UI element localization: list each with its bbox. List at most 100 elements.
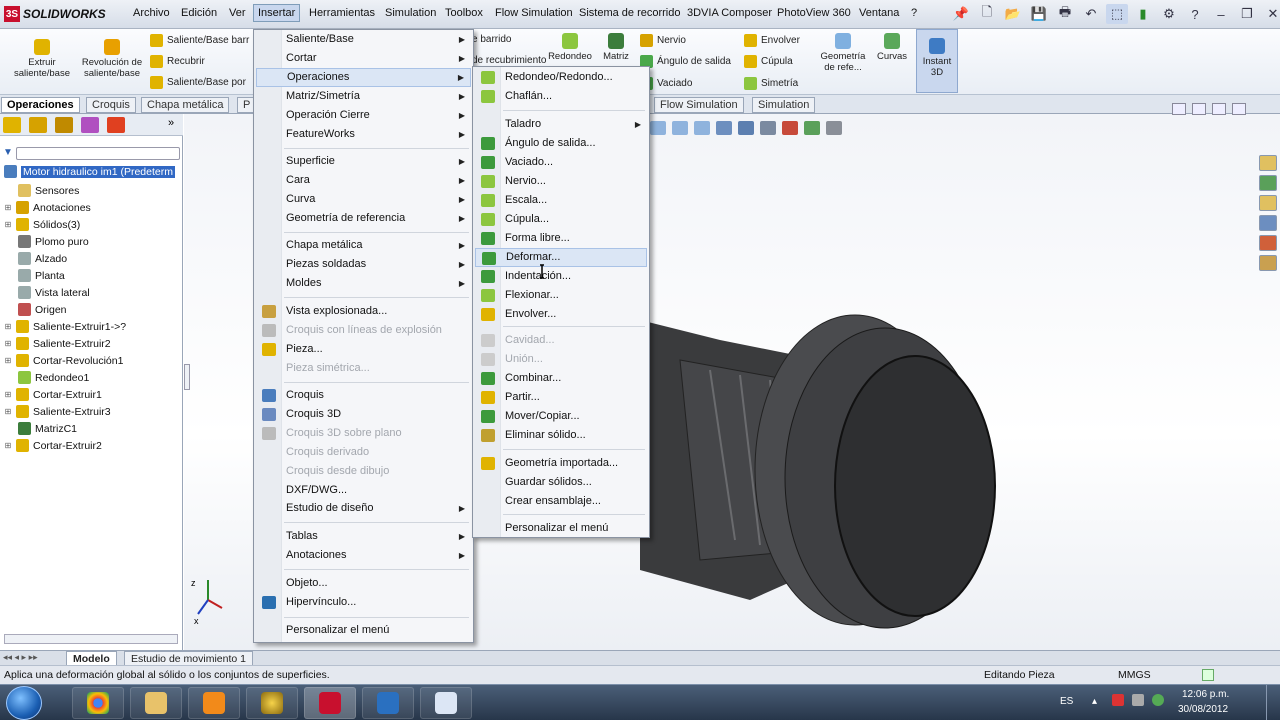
view-settings-icon[interactable] [826,121,842,135]
language-indicator[interactable]: ES [1060,696,1073,707]
print-icon[interactable]: 🖶 [1054,4,1076,24]
tab-estudio-movimiento[interactable]: Estudio de movimiento 1 [124,651,253,666]
insertar-item-moldes[interactable]: Moldes ▶ [256,274,471,293]
insertar-item-anotaciones[interactable]: Anotaciones ▶ [256,546,471,565]
operaciones-item-forma-libre[interactable]: Forma libre... [475,229,647,248]
tray-app-icon[interactable] [1112,694,1124,706]
taskbar-explorer[interactable] [130,687,182,719]
operaciones-item-personalizar-el-menu[interactable]: Personalizar el menú [475,519,647,538]
insertar-item-cara[interactable]: Cara ▶ [256,171,471,190]
rib-button[interactable]: Nervio [640,34,686,47]
insertar-item-dxf-dwg[interactable]: DXF/DWG... [256,481,471,500]
close-icon[interactable]: ✕ [1262,4,1280,24]
insertar-item-vista-explosionada[interactable]: Vista explosionada... [256,302,471,321]
view-orientation-icon[interactable] [738,121,754,135]
operaciones-item-crear-ensamblaje[interactable]: Crear ensamblaje... [475,492,647,511]
expand-icon[interactable]: ⊞ [4,441,12,450]
tree-item-vista-lateral[interactable]: Vista lateral [18,284,90,301]
menu-ventana[interactable]: Ventana [859,7,899,19]
undo-icon[interactable]: ↶ [1080,4,1102,24]
taskbar-chrome[interactable] [72,687,124,719]
operaciones-item-escala[interactable]: Escala... [475,191,647,210]
swept-cut-button[interactable]: e barrido [472,34,511,45]
insertar-item-pieza[interactable]: Pieza... [256,340,471,359]
tab-modelo[interactable]: Modelo [66,651,117,666]
options-icon[interactable]: ⚙ [1158,4,1180,24]
dome-button[interactable]: Cúpula [744,55,793,68]
taskbar-solidworks[interactable] [304,687,356,719]
panel-splitter-handle[interactable] [184,364,190,390]
insertar-item-featureworks[interactable]: FeatureWorks ▶ [256,125,471,144]
restore-icon[interactable]: ❐ [1236,4,1258,24]
insertar-item-hipervinculo[interactable]: Hipervínculo... [256,593,471,612]
taskbar-app-gold[interactable] [246,687,298,719]
draft-button[interactable]: Ángulo de salida [640,55,731,68]
property-manager-icon[interactable] [29,117,47,133]
rebuild-status-icon[interactable] [1202,669,1214,681]
tree-item-planta[interactable]: Planta [18,267,65,284]
taskbar-media-player[interactable] [188,687,240,719]
expand-icon[interactable]: ⊞ [4,390,12,399]
tree-item-saliente-extruir3[interactable]: ⊞ Saliente-Extruir3 [4,403,111,420]
network-icon[interactable] [1132,694,1144,706]
custom-properties-icon[interactable] [1259,255,1277,271]
expand-icon[interactable]: ⊞ [4,322,12,331]
3d-model-view[interactable] [640,300,1010,650]
resources-icon[interactable] [1259,155,1277,171]
operaciones-item-taladro[interactable]: Taladro ▶ [475,115,647,134]
configuration-manager-icon[interactable] [55,117,73,133]
operaciones-item-deformar[interactable]: Deformar... [475,248,647,267]
expand-icon[interactable]: ⊞ [4,220,12,229]
previous-view-icon[interactable] [694,121,710,135]
feature-tree-icon[interactable] [3,117,21,133]
menu-photoview[interactable]: PhotoView 360 [777,7,851,19]
design-library-icon[interactable] [1259,175,1277,191]
insertar-item-matriz-simetria[interactable]: Matriz/Simetría ▶ [256,87,471,106]
insertar-item-croquis-3d[interactable]: Croquis 3D [256,405,471,424]
operaciones-item-angulo-de-salida[interactable]: Ángulo de salida... [475,134,647,153]
tree-item-solidos-3[interactable]: ⊞ Sólidos(3) [4,216,80,233]
display-style-icon[interactable] [760,121,776,135]
tree-item-plomo-puro[interactable]: Plomo puro [18,233,89,250]
insertar-item-personalizar-el-menu[interactable]: Personalizar el menú [256,621,471,640]
swept-boss-button[interactable]: Saliente/Base barr [150,34,249,47]
file-explorer-icon[interactable] [1259,195,1277,211]
save-icon[interactable]: 💾 [1028,4,1050,24]
menu-archivo[interactable]: Archivo [133,7,170,19]
reference-geometry-button[interactable]: Geometría de refe... [816,33,870,73]
minimize-icon[interactable]: – [1210,4,1232,24]
tree-item-matrizc1[interactable]: MatrizC1 [18,420,77,437]
revolve-boss-button[interactable]: Revolución de saliente/base [80,39,144,79]
clock-date[interactable]: 30/08/2012 [1178,704,1228,715]
operaciones-item-nervio[interactable]: Nervio... [475,172,647,191]
operaciones-item-geometria-importada[interactable]: Geometría importada... [475,454,647,473]
operaciones-item-eliminar-solido[interactable]: Eliminar sólido... [475,426,647,445]
tree-item-saliente-extruir2[interactable]: ⊞ Saliente-Extruir2 [4,335,111,352]
operaciones-item-redondeo-redondo[interactable]: Redondeo/Redondo... [475,68,647,87]
tab-scroll-arrows[interactable]: ◂◂ ◂ ▸ ▸▸ [3,652,38,663]
menu-flow-simulation[interactable]: Flow Simulation [495,7,573,19]
insertar-item-geometria-de-referencia[interactable]: Geometría de referencia ▶ [256,209,471,228]
taskbar-app-window[interactable] [362,687,414,719]
doc-minimize-icon[interactable] [1172,103,1186,115]
clock-time[interactable]: 12:06 p.m. [1182,689,1229,700]
menu-3dvia-composer[interactable]: 3DVIA Composer [687,7,772,19]
tab-operaciones[interactable]: Operaciones [1,97,80,113]
operaciones-item-mover-copiar[interactable]: Mover/Copiar... [475,407,647,426]
operaciones-item-combinar[interactable]: Combinar... [475,369,647,388]
dimxpert-icon[interactable] [81,117,99,133]
operaciones-item-chaflan[interactable]: Chaflán... [475,87,647,106]
start-button[interactable] [6,686,42,720]
tab-flow-simulation[interactable]: Flow Simulation [654,97,744,113]
boundary-boss-button[interactable]: Saliente/Base por [150,76,246,89]
operaciones-item-partir[interactable]: Partir... [475,388,647,407]
doc-maximize-icon[interactable] [1212,103,1226,115]
insertar-item-saliente-base[interactable]: Saliente/Base ▶ [256,30,471,49]
expand-icon[interactable]: ⊞ [4,407,12,416]
show-desktop-button[interactable] [1266,685,1278,720]
expand-chevron-icon[interactable]: » [168,117,174,129]
display-manager-icon[interactable] [107,117,125,133]
tree-item-alzado[interactable]: Alzado [18,250,67,267]
tree-item-origen[interactable]: Origen [18,301,67,318]
insertar-item-objeto[interactable]: Objeto... [256,574,471,593]
